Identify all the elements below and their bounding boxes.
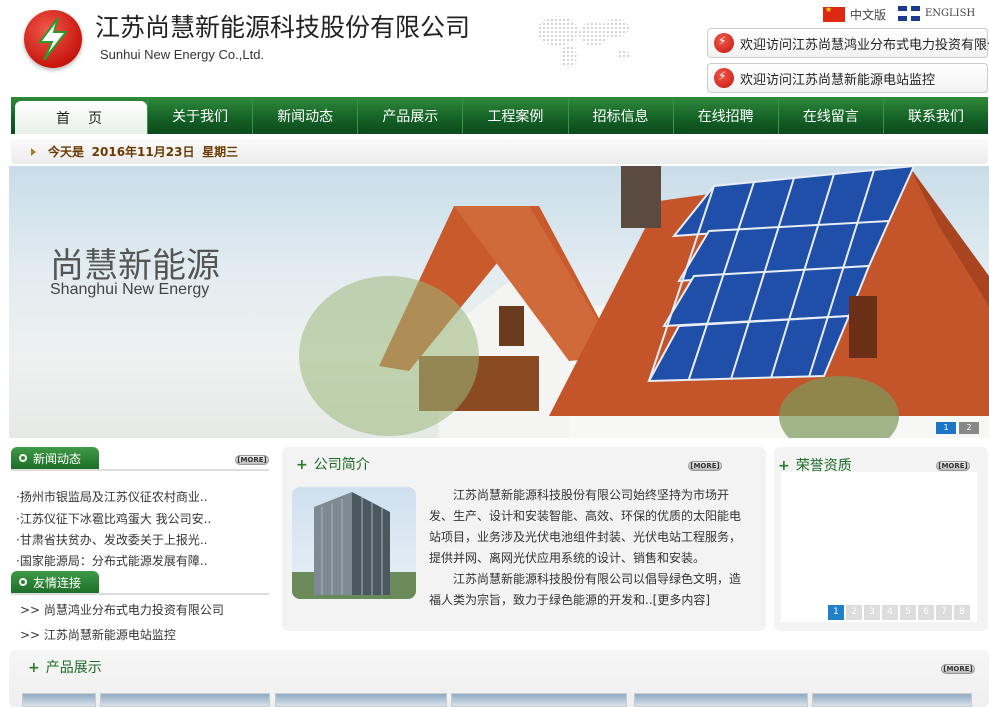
visit-link-label: 欢迎访问江苏尚慧新能源电站监控 — [740, 72, 936, 88]
nav-about[interactable]: 关于我们 — [147, 97, 252, 134]
products-heading: + 产品展示 — [28, 657, 102, 677]
links-title: 友情连接 — [33, 575, 82, 590]
nav-message[interactable]: 在线留言 — [777, 97, 883, 134]
intro-text: 江苏尚慧新能源科技股份有限公司始终坚持为市场开发、生产、设计和安装智能、高效、环… — [429, 485, 745, 611]
product-thumbnail[interactable] — [812, 693, 972, 707]
visit-link-label: 欢迎访问江苏尚慧鸿业分布式电力投资有限公司 — [740, 37, 989, 53]
lang-cn-link[interactable]: 中文版 — [823, 5, 887, 23]
intro-heading: + 公司简介 — [296, 454, 370, 474]
page-button[interactable]: 5 — [900, 605, 916, 620]
plus-icon: + — [296, 457, 308, 473]
circle-icon — [19, 578, 27, 586]
intro-more-button[interactable]: [MORE] — [688, 461, 722, 471]
lang-en-link[interactable]: ENGLISH — [898, 6, 975, 21]
links-section: 友情连接 — [11, 571, 269, 595]
nav-tender[interactable]: 招标信息 — [567, 97, 673, 134]
news-title: 新闻动态 — [33, 451, 82, 466]
nav-contact[interactable]: 联系我们 — [882, 97, 988, 134]
read-more-link[interactable]: [更多内容] — [653, 593, 710, 607]
banner-title-en: Shanghui New Energy — [50, 281, 210, 298]
intro-paragraph-2: 江苏尚慧新能源科技股份有限公司以倡导绿色文明，造福人类为宗旨，致力于绿色能源的开… — [429, 569, 745, 611]
plus-icon: + — [28, 660, 40, 676]
honor-more-button[interactable]: [MORE] — [936, 461, 970, 471]
news-item[interactable]: ·甘肃省扶贫办、发改委关于上报光.. — [16, 531, 221, 548]
date-bar: 今天是 2016年11月23日 星期三 — [11, 139, 988, 164]
honor-slideshow[interactable] — [781, 472, 977, 622]
intro-title: 公司简介 — [313, 457, 370, 473]
honor-pager: 1 2 3 4 5 6 7 8 — [828, 605, 970, 620]
page-button[interactable]: 2 — [846, 605, 862, 620]
company-name-en: Sunhui New Energy Co.,Ltd. — [100, 47, 265, 62]
arrow-right-icon — [31, 147, 36, 156]
friend-link[interactable]: >> 江苏尚慧新能源电站监控 — [20, 626, 176, 643]
divider — [11, 469, 269, 471]
building-illustration — [292, 492, 416, 599]
news-item[interactable]: ·扬州市银监局及江苏仪征农村商业.. — [16, 488, 221, 505]
news-section: 新闻动态 [MORE] — [11, 447, 269, 471]
nav-home[interactable]: 首页 — [15, 101, 147, 134]
nav-products[interactable]: 产品展示 — [357, 97, 462, 134]
intro-paragraph: 江苏尚慧新能源科技股份有限公司始终坚持为市场开发、生产、设计和安装智能、高效、环… — [429, 488, 742, 565]
lightning-icon — [38, 17, 69, 61]
page-button[interactable]: 6 — [918, 605, 934, 620]
slide-dot[interactable]: 1 — [936, 422, 956, 434]
news-more-button[interactable]: [MORE] — [235, 455, 269, 465]
visit-link-monitor[interactable]: 欢迎访问江苏尚慧新能源电站监控 — [707, 63, 988, 93]
product-thumbnail[interactable] — [451, 693, 627, 707]
nav-news[interactable]: 新闻动态 — [252, 97, 357, 134]
page-button[interactable]: 8 — [954, 605, 970, 620]
bolt-icon — [714, 68, 734, 88]
solar-house-illustration — [299, 166, 989, 438]
bolt-icon — [714, 33, 734, 53]
products-title: 产品展示 — [45, 660, 102, 676]
product-thumbnail[interactable] — [275, 693, 447, 707]
weekday-value: 星期三 — [202, 145, 239, 159]
page-button[interactable]: 7 — [936, 605, 952, 620]
visit-link-investment[interactable]: 欢迎访问江苏尚慧鸿业分布式电力投资有限公司 — [707, 28, 989, 58]
china-flag-icon — [823, 5, 845, 22]
circle-icon — [19, 454, 27, 462]
main-nav: 首页 关于我们 新闻动态 产品展示 工程案例 招标信息 在线招聘 在线留言 联系… — [11, 97, 988, 134]
product-thumbnail[interactable] — [100, 693, 270, 707]
company-logo[interactable] — [24, 10, 82, 68]
slide-dot[interactable]: 2 — [959, 422, 979, 434]
products-more-button[interactable]: [MORE] — [941, 664, 975, 674]
lang-cn-label: 中文版 — [850, 8, 887, 22]
links-tab[interactable]: 友情连接 — [11, 571, 99, 593]
world-map-graphic — [530, 10, 640, 70]
page-button[interactable]: 1 — [828, 605, 844, 620]
news-item[interactable]: ·江苏仪征下冰雹比鸡蛋大 我公司安.. — [16, 510, 221, 527]
nav-cases[interactable]: 工程案例 — [462, 97, 567, 134]
news-tab[interactable]: 新闻动态 — [11, 447, 99, 469]
date-prefix: 今天是 — [48, 145, 85, 159]
hero-banner[interactable]: 尚慧新能源 Shanghui New Energy 1 2 — [9, 166, 989, 438]
news-item[interactable]: ·国家能源局：分布式能源发展有障.. — [16, 552, 221, 569]
product-thumbnail[interactable] — [634, 693, 808, 707]
date-value: 2016年11月23日 — [91, 145, 195, 159]
banner-title-cn: 尚慧新能源 — [50, 246, 220, 286]
company-building-image[interactable] — [292, 487, 416, 599]
friend-link[interactable]: >> 尚慧鸿业分布式电力投资有限公司 — [20, 601, 224, 618]
slide-indicators: 1 2 — [936, 422, 979, 434]
lang-en-label: ENGLISH — [925, 8, 976, 19]
product-thumbnail[interactable] — [22, 693, 96, 707]
nav-jobs[interactable]: 在线招聘 — [672, 97, 778, 134]
uk-flag-icon — [898, 6, 920, 21]
page-button[interactable]: 4 — [882, 605, 898, 620]
company-name-cn: 江苏尚慧新能源科技股份有限公司 — [95, 13, 471, 42]
divider — [11, 593, 269, 595]
page-button[interactable]: 3 — [864, 605, 880, 620]
